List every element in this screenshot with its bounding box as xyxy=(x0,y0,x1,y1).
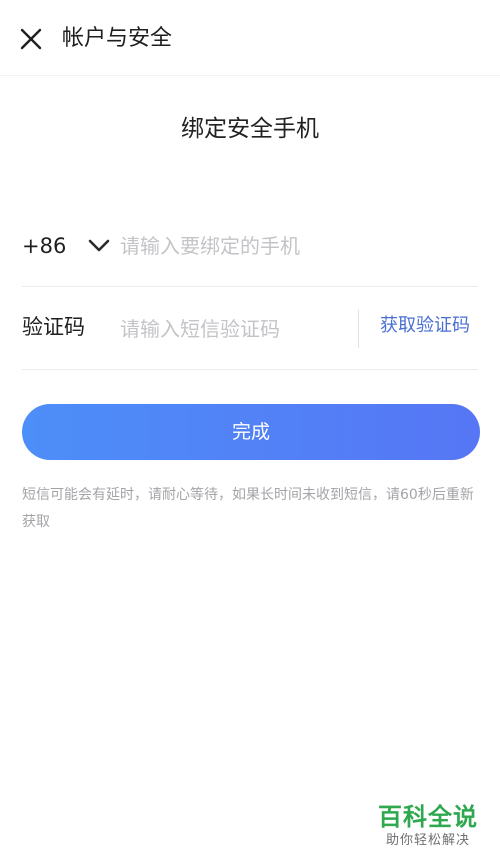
code-label: 验证码 xyxy=(22,315,85,339)
submit-button[interactable]: 完成 xyxy=(22,404,480,460)
close-icon[interactable] xyxy=(18,26,44,52)
watermark-slogan: 助你轻松解决 xyxy=(385,833,470,848)
watermark-logo: 百科全说 助你轻松解决 xyxy=(372,802,484,850)
phone-input[interactable] xyxy=(120,231,470,261)
page-title: 帐户与安全 xyxy=(62,26,173,51)
divider xyxy=(358,310,359,348)
get-code-button[interactable]: 获取验证码 xyxy=(380,312,470,340)
code-input[interactable] xyxy=(120,314,348,344)
phone-row: +86 xyxy=(22,205,478,287)
top-bar: 帐户与安全 xyxy=(0,0,500,76)
chevron-down-icon[interactable] xyxy=(86,234,112,258)
verification-code-row: 验证码 获取验证码 xyxy=(22,288,478,370)
section-heading: 绑定安全手机 xyxy=(181,116,319,142)
country-code[interactable]: +86 xyxy=(22,231,66,261)
watermark-title: 百科全说 xyxy=(378,803,478,831)
sms-delay-hint: 短信可能会有延时，请耐心等待，如果长时间未收到短信，请60秒后重新获取 xyxy=(22,487,474,530)
